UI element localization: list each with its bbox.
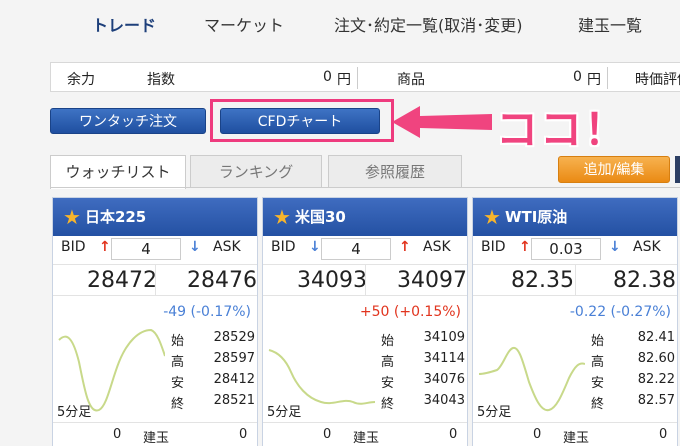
down-arrow-icon: ↓	[609, 239, 621, 255]
bid-label: BID	[481, 239, 506, 255]
one-touch-order-button[interactable]: ワンタッチ注文	[50, 108, 206, 134]
nav-positions[interactable]: 建玉一覧	[578, 12, 642, 36]
nav-trade[interactable]: トレード	[92, 12, 156, 36]
card-header[interactable]: ★ 日本225	[53, 198, 257, 236]
spread-value: 0.03	[531, 238, 601, 260]
account-info-bar: 余力 指数 0 円 商品 0 円 時価評価	[50, 62, 680, 92]
position-left: 0	[113, 427, 122, 442]
bid-label: BID	[271, 239, 296, 255]
bid-price[interactable]: 82.35	[511, 268, 574, 293]
ask-label: ASK	[423, 239, 451, 255]
up-arrow-icon: ↑	[99, 239, 111, 255]
ask-price[interactable]: 82.38	[613, 268, 676, 293]
interval-label: 5分足	[57, 405, 92, 420]
ohlc-list: 始 82.41 高 82.60 安 82.22 終 82.57	[591, 330, 675, 412]
tab-watchlist[interactable]: ウォッチリスト	[50, 155, 186, 189]
tab-ranking[interactable]: ランキング	[190, 155, 322, 187]
nav-orders[interactable]: 注文･約定一覧(取消･変更)	[334, 12, 523, 36]
card-header[interactable]: ★ 米国30	[263, 198, 467, 236]
margin-label: 余力	[67, 72, 95, 88]
ask-price[interactable]: 34097	[397, 268, 467, 293]
position-right: 0	[449, 427, 458, 442]
add-edit-button[interactable]: 追加/編集	[558, 156, 670, 183]
spread-value: 4	[111, 238, 181, 260]
star-icon[interactable]: ★	[483, 205, 501, 229]
star-icon[interactable]: ★	[63, 205, 81, 229]
spread-value: 4	[321, 238, 391, 260]
position-right: 0	[659, 427, 668, 442]
star-icon[interactable]: ★	[273, 205, 291, 229]
highlight-box	[210, 99, 394, 142]
ask-price[interactable]: 28476	[187, 268, 257, 293]
watch-card[interactable]: ★ WTI原油 BID ↑ 0.03 ↓ ASK 82.35 82.38 -0.2…	[472, 197, 678, 446]
commodity-unit: 円	[587, 72, 601, 88]
up-arrow-icon: ↑	[399, 239, 411, 255]
price-change: -0.22 (-0.27%)	[569, 304, 671, 320]
watch-card[interactable]: ★ 米国30 BID ↓ 4 ↑ ASK 34093 34097 +50 (+0.…	[262, 197, 468, 446]
down-arrow-icon: ↓	[189, 239, 201, 255]
annotation-text: ココ！	[496, 105, 629, 154]
index-value: 0	[323, 69, 332, 85]
pointer-arrow-icon	[392, 106, 492, 138]
position-right: 0	[239, 427, 248, 442]
bid-label: BID	[61, 239, 86, 255]
commodity-value: 0	[573, 69, 582, 85]
interval-label: 5分足	[477, 405, 512, 420]
price-change: +50 (+0.15%)	[359, 304, 461, 320]
position-label: 建玉	[563, 431, 590, 446]
top-nav: トレード マーケット 注文･約定一覧(取消･変更) 建玉一覧	[0, 0, 680, 48]
position-left: 0	[323, 427, 332, 442]
ask-label: ASK	[213, 239, 241, 255]
position-label: 建玉	[353, 431, 380, 446]
interval-label: 5分足	[267, 405, 302, 420]
bid-price[interactable]: 28472	[87, 268, 157, 293]
down-arrow-icon: ↓	[309, 239, 321, 255]
commodity-label: 商品	[397, 72, 425, 88]
index-unit: 円	[337, 72, 351, 88]
ask-label: ASK	[633, 239, 661, 255]
instrument-name: 米国30	[294, 208, 346, 226]
price-change: -49 (-0.17%)	[163, 304, 251, 320]
tab-history[interactable]: 参照履歴	[328, 155, 462, 187]
card-header[interactable]: ★ WTI原油	[473, 198, 677, 236]
watch-card[interactable]: ★ 日本225 BID ↑ 4 ↓ ASK 28472 28476 -49 (-0…	[52, 197, 258, 446]
valuation-label: 時価評価	[635, 72, 680, 88]
ohlc-list: 始 28529 高 28597 安 28412 終 28521	[171, 330, 255, 412]
position-left: 0	[533, 427, 542, 442]
up-arrow-icon: ↑	[519, 239, 531, 255]
index-label: 指数	[147, 72, 175, 88]
position-label: 建玉	[143, 431, 170, 446]
nav-market[interactable]: マーケット	[204, 12, 284, 36]
instrument-name: WTI原油	[504, 208, 568, 226]
instrument-name: 日本225	[84, 208, 147, 226]
bid-price[interactable]: 34093	[297, 268, 367, 293]
ohlc-list: 始 34109 高 34114 安 34076 終 34043	[381, 330, 465, 412]
